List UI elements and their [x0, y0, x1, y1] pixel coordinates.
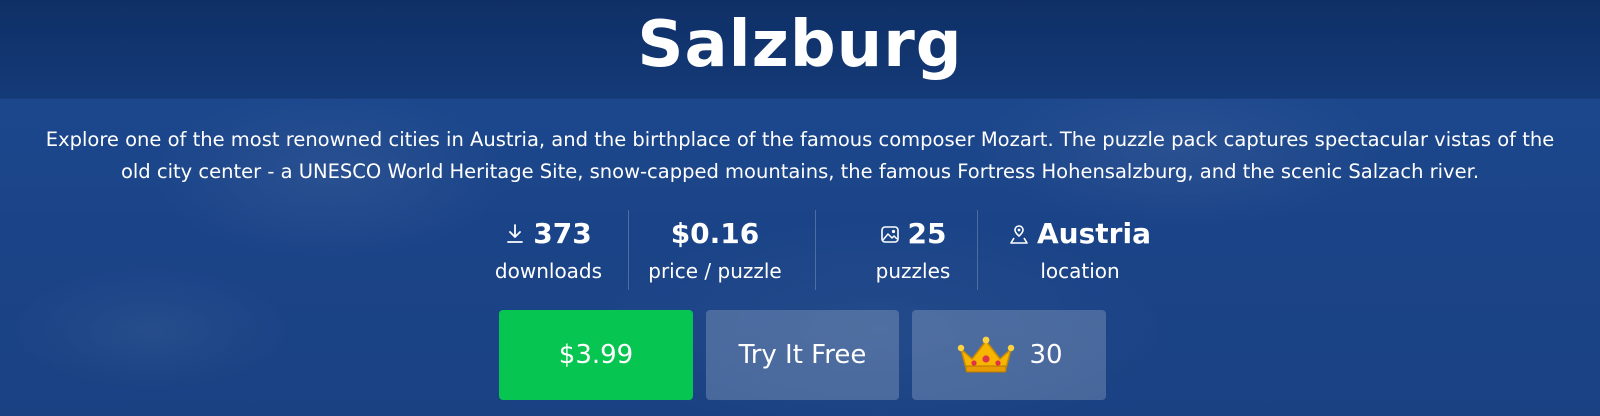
stat-puzzles: 25 puzzles: [858, 208, 968, 292]
buy-price: $3.99: [558, 340, 634, 370]
stats-row: 373 downloads $0.16 price / puzzle 25 pu…: [0, 208, 1600, 292]
stat-downloads: 373 downloads: [486, 208, 611, 292]
download-icon: [507, 224, 524, 243]
price-value: $0.16: [670, 217, 760, 250]
try-free-label: Try It Free: [738, 340, 867, 370]
crown-icon: [958, 336, 1015, 373]
title-bar: Salzburg: [0, 0, 1600, 99]
downloads-label: downloads: [494, 259, 603, 283]
crown-count: 30: [1029, 340, 1063, 370]
stat-location: Austria location: [1005, 208, 1155, 292]
location-value: Austria: [1037, 217, 1151, 250]
divider: [628, 210, 629, 290]
action-buttons: $3.99 Try It Free 30: [0, 310, 1600, 400]
buy-button[interactable]: $3.99: [499, 310, 693, 400]
stat-price: $0.16 price / puzzle: [640, 208, 790, 292]
divider: [815, 210, 816, 290]
try-free-button[interactable]: Try It Free: [706, 310, 899, 400]
page-title: Salzburg: [637, 8, 963, 82]
crown-unlock-button[interactable]: 30: [912, 310, 1106, 400]
pack-description: Explore one of the most renowned cities …: [45, 128, 1555, 183]
location-label: location: [1040, 259, 1120, 283]
image-icon: [880, 226, 899, 243]
price-label: price / puzzle: [648, 259, 782, 283]
divider: [977, 210, 978, 290]
puzzles-label: puzzles: [875, 259, 951, 283]
puzzles-value: 25: [907, 217, 947, 250]
downloads-value: 373: [533, 217, 592, 250]
location-pin-icon: [1010, 225, 1028, 244]
